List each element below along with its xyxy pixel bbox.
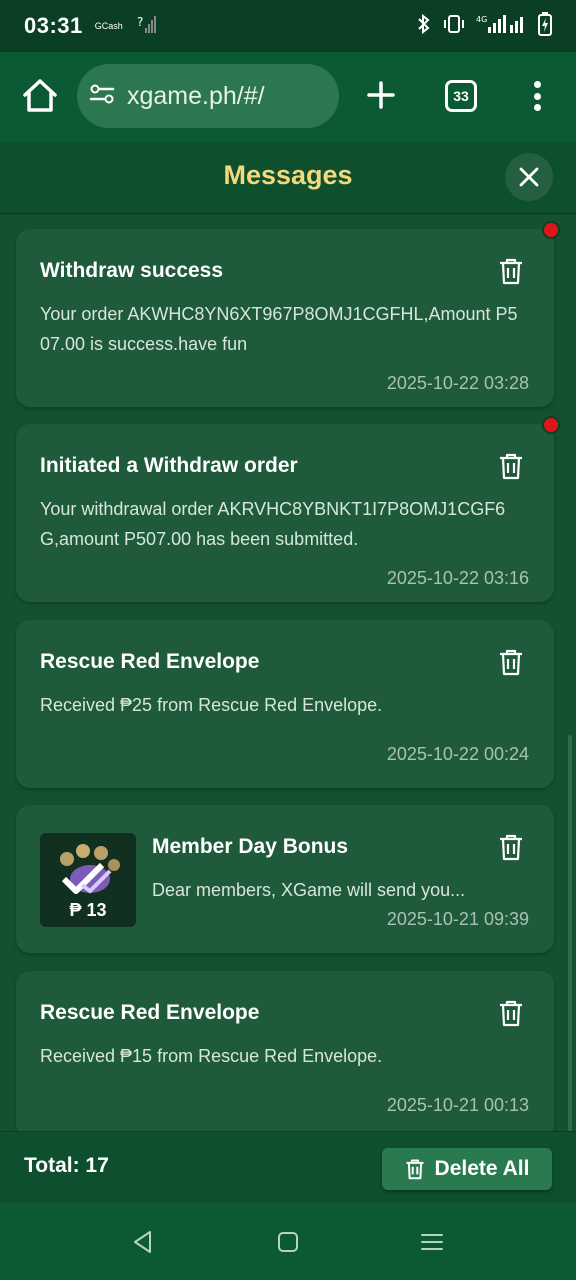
scrollbar[interactable] xyxy=(568,735,572,1131)
recents-icon[interactable] xyxy=(419,1229,445,1255)
message-card[interactable]: Rescue Red Envelope Received ₱15 from Re… xyxy=(16,971,554,1131)
home-button[interactable] xyxy=(20,76,60,116)
bonus-amount: ₱ 13 xyxy=(69,900,107,920)
trash-icon[interactable] xyxy=(498,257,524,285)
trash-icon[interactable] xyxy=(498,648,524,676)
total-count: Total: 17 xyxy=(24,1154,109,1177)
message-time: 2025-10-22 03:28 xyxy=(386,373,529,393)
message-time: 2025-10-21 09:39 xyxy=(386,909,529,929)
plus-icon xyxy=(367,81,395,109)
system-navigation-bar xyxy=(0,1203,576,1280)
vibrate-icon xyxy=(442,13,466,40)
messages-footer: Total: 17 Delete All xyxy=(0,1131,576,1203)
battery-charging-icon xyxy=(538,11,552,41)
url-text[interactable]: xgame.ph/#/ xyxy=(127,82,265,111)
gcash-notification-label: GCash xyxy=(94,21,123,31)
page-title: Messages xyxy=(223,160,353,190)
delete-all-button[interactable]: Delete All xyxy=(382,1148,552,1190)
tab-switcher-button[interactable]: 33 xyxy=(445,80,477,112)
unread-indicator xyxy=(542,221,560,239)
message-card[interactable]: ₱ 13 Member Day Bonus Dear members, XGam… xyxy=(16,805,554,953)
more-menu-button[interactable] xyxy=(524,78,550,114)
message-title: Withdraw success xyxy=(40,259,224,282)
close-button[interactable] xyxy=(505,153,553,201)
message-body: Your order AKWHC8YN6XT967P8OMJ1CGFHL,Amo… xyxy=(40,304,518,354)
delete-all-label: Delete All xyxy=(434,1157,530,1180)
back-icon[interactable] xyxy=(130,1229,156,1255)
unread-indicator xyxy=(542,416,560,434)
svg-text:?: ? xyxy=(137,15,143,29)
message-time: 2025-10-21 00:13 xyxy=(386,1095,529,1115)
site-settings-icon[interactable] xyxy=(89,81,115,112)
svg-text:4G: 4G xyxy=(476,15,487,24)
message-body: Your withdrawal order AKRVHC8YBNKT1I7P8O… xyxy=(40,499,506,549)
message-body: Received ₱15 from Rescue Red Envelope. xyxy=(40,1046,383,1066)
message-card[interactable]: Initiated a Withdraw order Your withdraw… xyxy=(16,416,560,602)
mobile-signal-icon: 4G xyxy=(476,13,528,40)
trash-icon[interactable] xyxy=(498,833,524,861)
status-bar: 03:31 GCash ? 4G xyxy=(0,0,576,52)
message-title: Initiated a Withdraw order xyxy=(40,454,298,477)
message-title: Member Day Bonus xyxy=(152,835,349,858)
message-title: Rescue Red Envelope xyxy=(40,650,260,673)
new-tab-button[interactable] xyxy=(364,78,398,112)
trash-icon[interactable] xyxy=(498,452,524,480)
message-body: Dear members, XGame will send you... xyxy=(152,880,466,900)
message-time: 2025-10-22 00:24 xyxy=(386,744,529,764)
home-nav-icon[interactable] xyxy=(275,1229,301,1255)
close-icon xyxy=(519,167,539,187)
home-icon xyxy=(23,79,57,112)
message-body: Received ₱25 from Rescue Red Envelope. xyxy=(40,695,383,715)
message-time: 2025-10-22 03:16 xyxy=(386,568,529,588)
messages-header: Messages xyxy=(0,142,576,214)
trash-icon[interactable] xyxy=(498,999,524,1027)
message-card[interactable]: Withdraw success Your order AKWHC8YN6XT9… xyxy=(16,221,560,407)
browser-toolbar: xgame.ph/#/ 33 xyxy=(0,52,576,142)
status-icons: 4G xyxy=(416,11,552,41)
message-card[interactable]: Rescue Red Envelope Received ₱25 from Re… xyxy=(16,620,554,788)
message-list[interactable]: Withdraw success Your order AKWHC8YN6XT9… xyxy=(0,215,576,1131)
address-bar[interactable]: xgame.ph/#/ xyxy=(77,64,339,128)
message-title: Rescue Red Envelope xyxy=(40,1001,260,1024)
no-signal-icon: ? xyxy=(137,14,157,39)
bluetooth-icon xyxy=(416,13,432,40)
bonus-thumbnail: ₱ 13 xyxy=(40,833,136,927)
trash-icon xyxy=(406,1159,423,1180)
status-time: 03:31 xyxy=(24,13,83,38)
